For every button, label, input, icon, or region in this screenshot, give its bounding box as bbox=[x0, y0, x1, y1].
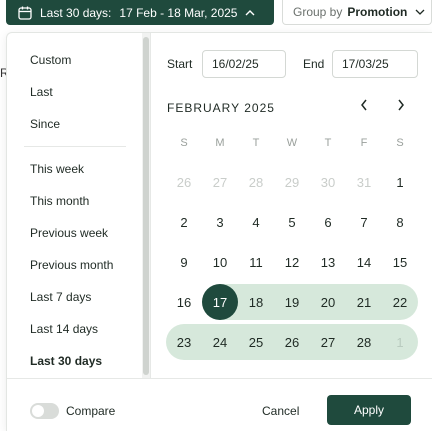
calendar-day[interactable]: 10 bbox=[202, 244, 238, 280]
calendar-day[interactable]: 18 bbox=[238, 284, 274, 320]
calendar-day[interactable]: 26 bbox=[166, 164, 202, 200]
start-label: Start bbox=[167, 57, 193, 71]
cancel-button[interactable]: Cancel bbox=[262, 404, 299, 418]
preset-last-30-days[interactable]: Last 30 days bbox=[30, 354, 102, 368]
preset-last-7-days[interactable]: Last 7 days bbox=[30, 290, 91, 304]
date-range-trigger[interactable]: Last 30 days: 17 Feb - 18 Mar, 2025 bbox=[6, 0, 274, 25]
calendar-day[interactable]: 7 bbox=[346, 204, 382, 240]
calendar-day[interactable]: 19 bbox=[274, 284, 310, 320]
calendar-day[interactable]: 16 bbox=[166, 284, 202, 320]
end-date-input[interactable] bbox=[332, 50, 418, 78]
calendar-day[interactable]: 20 bbox=[310, 284, 346, 320]
end-label: End bbox=[303, 57, 325, 71]
weekday-label: W bbox=[286, 137, 298, 149]
preset-last-14-days[interactable]: Last 14 days bbox=[30, 322, 98, 336]
calendar-day[interactable]: 28 bbox=[346, 324, 382, 360]
group-by-select[interactable]: Group by Promotion bbox=[282, 0, 432, 25]
preset-last[interactable]: Last bbox=[30, 85, 53, 99]
weekday-label: F bbox=[360, 137, 368, 149]
calendar-icon bbox=[18, 6, 32, 20]
weekday-label: T bbox=[252, 137, 260, 149]
calendar-day[interactable]: 4 bbox=[238, 204, 274, 240]
compare-toggle[interactable] bbox=[30, 403, 59, 419]
preset-this-month[interactable]: This month bbox=[30, 194, 89, 208]
preset-divider bbox=[24, 146, 126, 147]
calendar-day[interactable]: 3 bbox=[202, 204, 238, 240]
calendar-day[interactable]: 30 bbox=[310, 164, 346, 200]
calendar-day[interactable]: 25 bbox=[238, 324, 274, 360]
calendar-day[interactable]: 22 bbox=[382, 284, 418, 320]
date-range-prefix: Last 30 days: bbox=[40, 5, 112, 20]
calendar-day[interactable]: 6 bbox=[310, 204, 346, 240]
weekday-label: S bbox=[180, 137, 188, 149]
date-range-value: 17 Feb - 18 Mar, 2025 bbox=[119, 5, 238, 20]
weekday-label: T bbox=[324, 137, 332, 149]
calendar-day[interactable]: 27 bbox=[310, 324, 346, 360]
calendar-day[interactable]: 28 bbox=[238, 164, 274, 200]
chevron-down-icon bbox=[415, 8, 425, 16]
compare-label: Compare bbox=[66, 404, 116, 418]
calendar-day[interactable]: 31 bbox=[346, 164, 382, 200]
calendar-day[interactable]: 21 bbox=[346, 284, 382, 320]
weekday-label: M bbox=[215, 137, 225, 149]
calendar-day[interactable]: 11 bbox=[238, 244, 274, 280]
calendar-day[interactable]: 24 bbox=[202, 324, 238, 360]
preset-previous-week[interactable]: Previous week bbox=[30, 226, 108, 240]
preset-since[interactable]: Since bbox=[30, 117, 60, 131]
chevron-left-icon bbox=[360, 98, 368, 116]
footer-divider bbox=[7, 378, 432, 379]
calendar-day[interactable]: 1 bbox=[382, 164, 418, 200]
chevron-right-icon bbox=[397, 98, 405, 116]
next-month-button[interactable] bbox=[391, 97, 411, 117]
preset-list: Custom Last Since This week This month P… bbox=[7, 33, 149, 378]
calendar-day[interactable]: 8 bbox=[382, 204, 418, 240]
apply-button[interactable]: Apply bbox=[327, 395, 411, 425]
preset-scrollbar-thumb[interactable] bbox=[143, 37, 149, 375]
calendar-day[interactable]: 23 bbox=[166, 324, 202, 360]
calendar-day-selected[interactable]: 17 bbox=[202, 284, 238, 320]
calendar-day[interactable]: 1 bbox=[382, 324, 418, 360]
group-by-label: Group by bbox=[293, 5, 343, 19]
prev-month-button[interactable] bbox=[354, 97, 374, 117]
month-title: FEBRUARY 2025 bbox=[167, 101, 275, 115]
preset-previous-month[interactable]: Previous month bbox=[30, 258, 113, 272]
date-picker-popover: Custom Last Since This week This month P… bbox=[6, 32, 432, 431]
toggle-knob bbox=[32, 405, 44, 417]
calendar-day[interactable]: 15 bbox=[382, 244, 418, 280]
preset-this-week[interactable]: This week bbox=[30, 162, 84, 176]
calendar-day[interactable]: 9 bbox=[166, 244, 202, 280]
weekday-label: S bbox=[396, 137, 404, 149]
calendar-day[interactable]: 26 bbox=[274, 324, 310, 360]
calendar-day[interactable]: 14 bbox=[346, 244, 382, 280]
preset-custom[interactable]: Custom bbox=[30, 53, 71, 67]
calendar-day[interactable]: 5 bbox=[274, 204, 310, 240]
chevron-up-icon bbox=[245, 9, 255, 17]
calendar-day[interactable]: 29 bbox=[274, 164, 310, 200]
calendar-day[interactable]: 27 bbox=[202, 164, 238, 200]
calendar-day[interactable]: 2 bbox=[166, 204, 202, 240]
group-by-value: Promotion bbox=[347, 5, 408, 19]
start-date-input[interactable] bbox=[202, 50, 286, 78]
calendar-day[interactable]: 12 bbox=[274, 244, 310, 280]
calendar-day[interactable]: 13 bbox=[310, 244, 346, 280]
column-divider bbox=[150, 33, 151, 378]
